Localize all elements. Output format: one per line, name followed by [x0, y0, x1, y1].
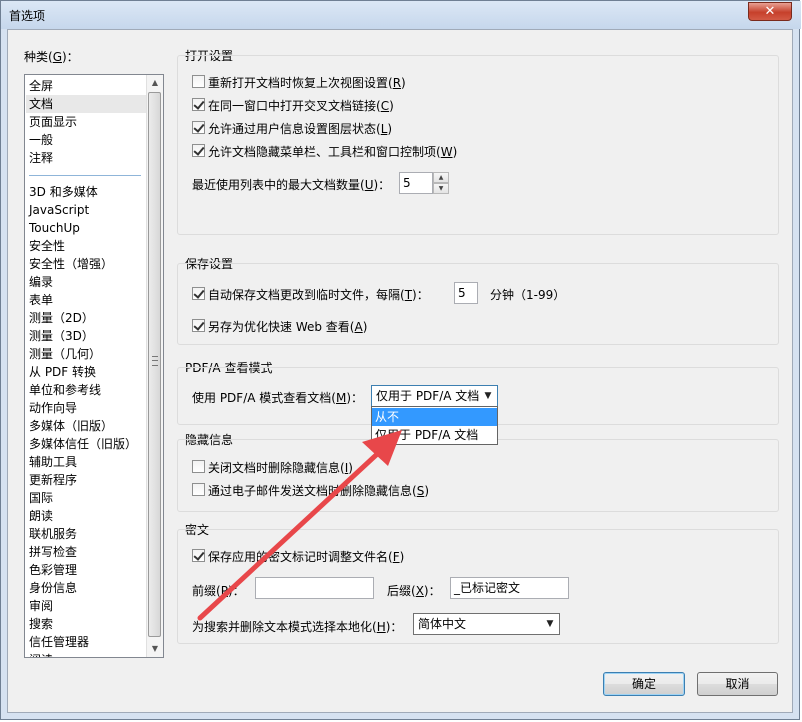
- autosave-checkbox[interactable]: [192, 287, 205, 300]
- window-title: 首选项: [9, 9, 46, 23]
- pdfa-option-never[interactable]: 从不: [372, 408, 497, 426]
- hide-ui-checkbox[interactable]: [192, 144, 205, 157]
- restore-view-checkbox[interactable]: [192, 75, 205, 88]
- locale-select-value: 简体中文: [418, 617, 467, 631]
- category-item[interactable]: 搜索: [29, 615, 53, 633]
- categories-label: 种类(G)：: [24, 50, 79, 64]
- autosave-interval-input[interactable]: 5: [454, 282, 478, 304]
- category-item[interactable]: 一般: [29, 131, 53, 149]
- category-item[interactable]: 信任管理器: [29, 633, 89, 651]
- remove-on-close-checkbox[interactable]: [192, 460, 205, 473]
- locale-label: 为搜索并删除文本模式选择本地化(H)：: [192, 620, 403, 634]
- category-item[interactable]: 测量（3D）: [29, 327, 94, 345]
- category-item[interactable]: 3D 和多媒体: [29, 183, 98, 201]
- layer-state-label[interactable]: 允许通过用户信息设置图层状态(L): [208, 120, 392, 137]
- category-item[interactable]: 安全性（增强）: [29, 255, 113, 273]
- adjust-filename-label[interactable]: 保存应用的密文标记时调整文件名(F): [208, 548, 404, 565]
- autosave-label[interactable]: 自动保存文档更改到临时文件，每隔(T)：: [208, 286, 429, 303]
- category-item[interactable]: 动作向导: [29, 399, 77, 417]
- category-item[interactable]: 阅读: [29, 651, 53, 657]
- category-item[interactable]: 安全性: [29, 237, 65, 255]
- prefix-label: 前缀(P)：: [192, 584, 245, 598]
- locale-select[interactable]: 简体中文 ▼: [413, 613, 560, 635]
- category-item[interactable]: 单位和参考线: [29, 381, 101, 399]
- optimize-web-label[interactable]: 另存为优化快速 Web 查看(A): [208, 318, 367, 335]
- category-item[interactable]: 测量（2D）: [29, 309, 94, 327]
- remove-on-close-label[interactable]: 关闭文档时删除隐藏信息(I): [208, 459, 353, 476]
- category-item[interactable]: 全屏: [29, 77, 53, 95]
- category-item[interactable]: 朗读: [29, 507, 53, 525]
- category-item[interactable]: 表单: [29, 291, 53, 309]
- category-item[interactable]: 身份信息: [29, 579, 77, 597]
- pdfa-option-pdfa-only[interactable]: 仅用于 PDF/A 文档: [372, 426, 497, 444]
- pdfa-select-value: 仅用于 PDF/A 文档: [376, 389, 480, 403]
- suffix-label: 后缀(X)：: [387, 584, 441, 598]
- chevron-down-icon: ▼: [484, 391, 492, 401]
- pdfa-dropdown-list: 从不 仅用于 PDF/A 文档: [371, 406, 498, 445]
- list-scrollbar[interactable]: ▲ ▼: [146, 75, 163, 657]
- chevron-down-icon: ▼: [546, 619, 554, 629]
- recent-docs-label: 最近使用列表中的最大文档数量(U)：: [192, 178, 391, 192]
- category-item[interactable]: 拼写检查: [29, 543, 77, 561]
- prefix-input[interactable]: [255, 577, 374, 599]
- category-item[interactable]: TouchUp: [29, 219, 80, 237]
- category-item[interactable]: 辅助工具: [29, 453, 77, 471]
- category-item[interactable]: 测量（几何）: [29, 345, 101, 363]
- close-icon: ✕: [764, 4, 776, 19]
- category-item[interactable]: 从 PDF 转换: [29, 363, 96, 381]
- remove-on-email-checkbox[interactable]: [192, 483, 205, 496]
- same-window-links-checkbox[interactable]: [192, 98, 205, 111]
- category-item[interactable]: 色彩管理: [29, 561, 77, 579]
- category-item[interactable]: 审阅: [29, 597, 53, 615]
- pdfa-mode-select[interactable]: 仅用于 PDF/A 文档 ▼: [371, 385, 498, 407]
- category-item[interactable]: 多媒体（旧版）: [29, 417, 113, 435]
- category-item[interactable]: 编录: [29, 273, 53, 291]
- category-item[interactable]: 页面显示: [29, 113, 77, 131]
- adjust-filename-checkbox[interactable]: [192, 549, 205, 562]
- category-item[interactable]: 注释: [29, 149, 53, 167]
- recent-docs-input[interactable]: 5: [399, 172, 433, 194]
- close-button[interactable]: ✕: [748, 2, 792, 21]
- list-separator: [29, 175, 141, 176]
- optimize-web-checkbox[interactable]: [192, 319, 205, 332]
- categories-list[interactable]: 全屏 文档 页面显示 一般 注释 3D 和多媒体 JavaScript TouchUp 安全性安…: [24, 74, 164, 658]
- remove-on-email-label[interactable]: 通过电子邮件发送文档时删除隐藏信息(S): [208, 482, 429, 499]
- pdfa-label: 使用 PDF/A 模式查看文档(M)：: [192, 391, 363, 405]
- cancel-button[interactable]: 取消: [697, 672, 778, 696]
- spin-down-icon[interactable]: ▼: [433, 183, 449, 194]
- category-item[interactable]: 国际: [29, 489, 53, 507]
- same-window-links-label[interactable]: 在同一窗口中打开交叉文档链接(C): [208, 97, 394, 114]
- title-bar: 首选项 ✕: [1, 1, 801, 29]
- category-item[interactable]: 文档: [26, 95, 149, 113]
- hide-ui-label[interactable]: 允许文档隐藏菜单栏、工具栏和窗口控制项(W): [208, 143, 457, 160]
- category-item[interactable]: 联机服务: [29, 525, 77, 543]
- scroll-down-icon[interactable]: ▼: [147, 641, 163, 657]
- suffix-input[interactable]: _已标记密文: [450, 577, 569, 599]
- layer-state-checkbox[interactable]: [192, 121, 205, 134]
- scroll-up-icon[interactable]: ▲: [147, 75, 163, 91]
- category-item[interactable]: JavaScript: [29, 201, 89, 219]
- minutes-label: 分钟（1-99）: [490, 288, 566, 302]
- restore-view-label[interactable]: 重新打开文档时恢复上次视图设置(R): [208, 74, 406, 91]
- scroll-thumb[interactable]: [148, 92, 161, 637]
- category-item[interactable]: 更新程序: [29, 471, 77, 489]
- category-item[interactable]: 多媒体信任（旧版）: [29, 435, 137, 453]
- recent-docs-stepper[interactable]: ▲ ▼: [433, 172, 450, 194]
- spin-up-icon[interactable]: ▲: [433, 172, 449, 183]
- ok-button[interactable]: 确定: [603, 672, 685, 696]
